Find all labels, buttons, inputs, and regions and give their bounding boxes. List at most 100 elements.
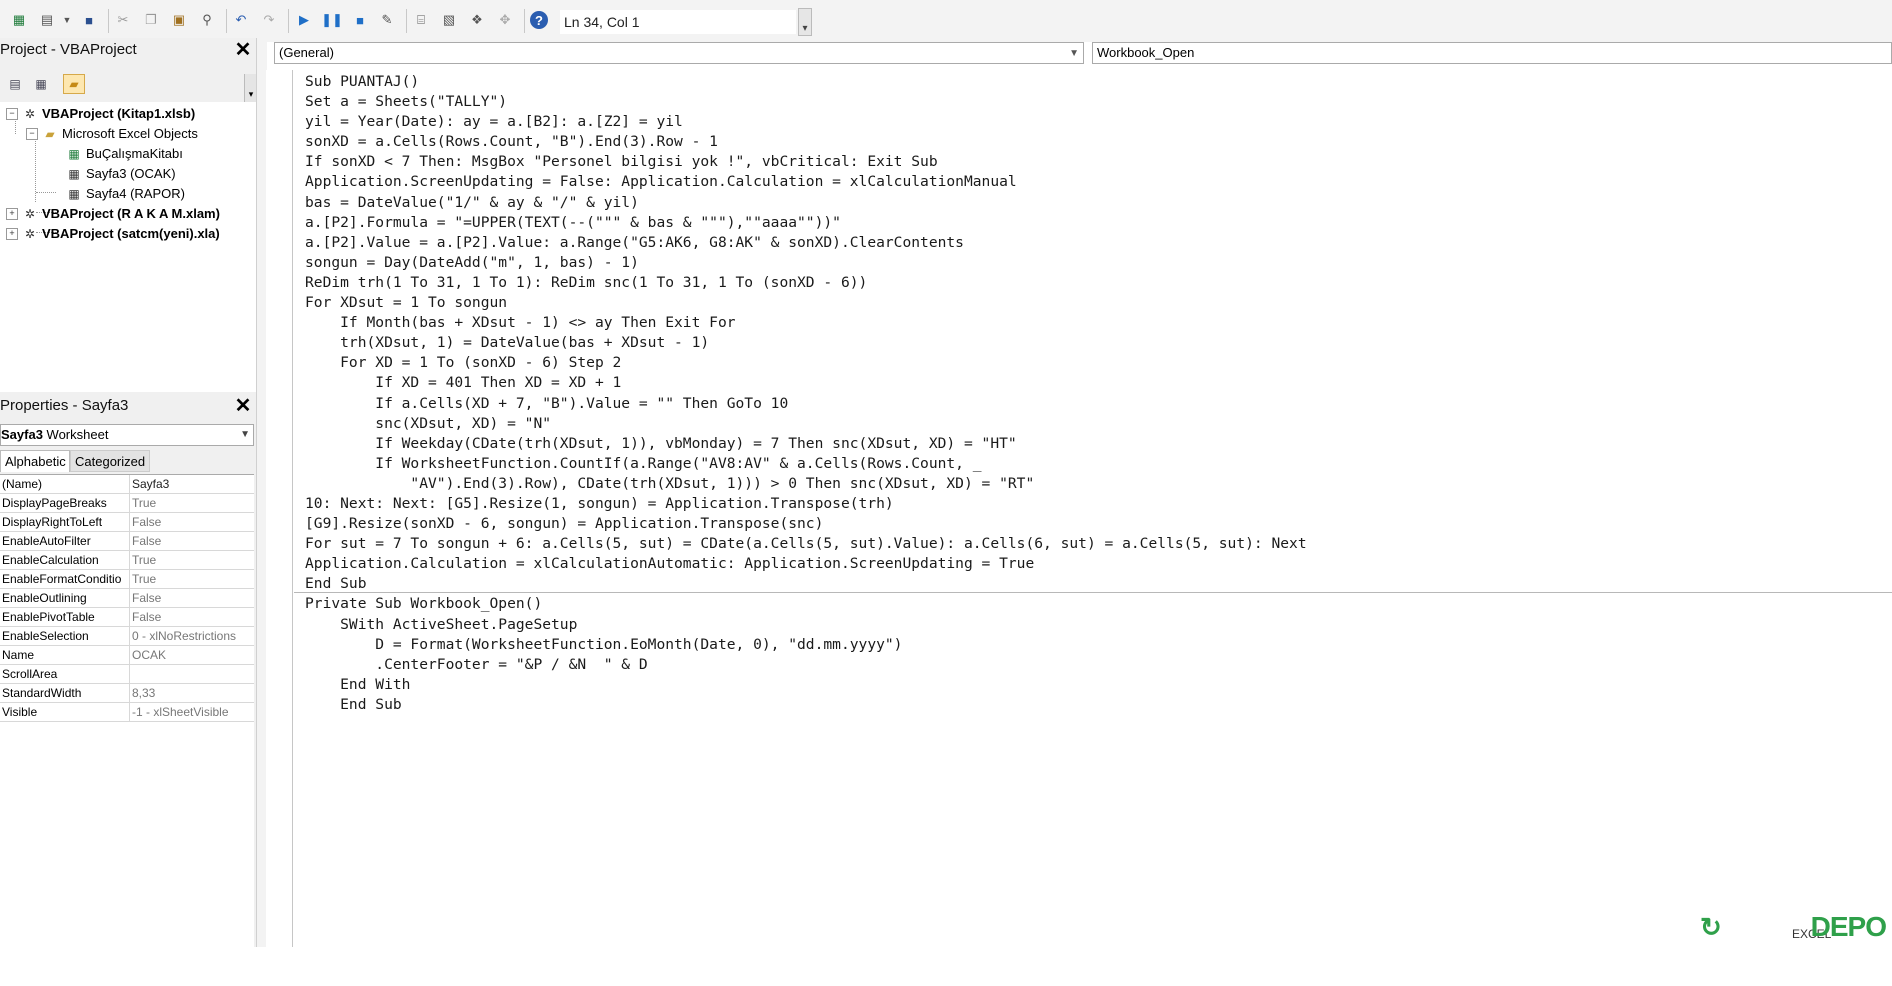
property-value[interactable]: True (132, 494, 250, 513)
code-line[interactable]: End Sub (305, 695, 1307, 715)
design-mode-icon[interactable]: ✎ (378, 11, 396, 29)
property-value[interactable]: False (132, 513, 250, 532)
property-value[interactable]: Sayfa3 (132, 475, 250, 494)
run-icon[interactable]: ▶ (295, 11, 313, 29)
code-line[interactable]: If WorksheetFunction.CountIf(a.Range("AV… (305, 454, 1307, 474)
property-row[interactable]: EnablePivotTable False (0, 608, 254, 627)
code-line[interactable]: 10: Next: Next: [G5].Resize(1, songun) =… (305, 494, 1307, 514)
code-line[interactable]: songun = Day(DateAdd("m", 1, bas) - 1) (305, 253, 1307, 273)
code-line[interactable]: If XD = 401 Then XD = XD + 1 (305, 373, 1307, 393)
property-row[interactable]: ScrollArea (0, 665, 254, 684)
code-line[interactable]: ReDim trh(1 To 31, 1 To 1): ReDim snc(1 … (305, 273, 1307, 293)
property-value[interactable]: True (132, 570, 250, 589)
property-row[interactable]: EnableOutlining False (0, 589, 254, 608)
expand-icon[interactable]: + (6, 228, 18, 240)
code-line[interactable]: snc(XDsut, XD) = "N" (305, 414, 1307, 434)
collapse-icon[interactable]: − (6, 108, 18, 120)
object-browser-icon[interactable]: ❖ (468, 11, 486, 29)
code-line[interactable]: If sonXD < 7 Then: MsgBox "Personel bilg… (305, 152, 1307, 172)
find-icon[interactable]: ⚲ (198, 11, 216, 29)
code-line[interactable]: SWith ActiveSheet.PageSetup (305, 615, 1307, 635)
toggle-folders-icon[interactable]: ▰ (63, 74, 85, 94)
property-row[interactable]: Name OCAK (0, 646, 254, 665)
property-value[interactable]: True (132, 551, 250, 570)
property-value[interactable]: 0 - xlNoRestrictions (132, 627, 250, 646)
break-icon[interactable]: ❚❚ (321, 11, 343, 29)
tree-item-vbaproject-satcm[interactable]: + ✲ VBAProject (satcm(yeni).xla) (6, 224, 220, 244)
chevron-down-icon[interactable]: ▼ (240, 425, 250, 445)
save-icon[interactable]: ■ (80, 11, 98, 29)
undo-icon[interactable]: ↶ (232, 11, 250, 29)
close-icon[interactable]: ✕ (232, 396, 254, 418)
code-line[interactable]: trh(XDsut, 1) = DateValue(bas + XDsut - … (305, 333, 1307, 353)
code-line[interactable]: For sut = 7 To songun + 6: a.Cells(5, su… (305, 534, 1307, 554)
code-margin-indicator[interactable] (266, 70, 293, 947)
code-line[interactable]: D = Format(WorksheetFunction.EoMonth(Dat… (305, 635, 1307, 655)
code-line[interactable]: For XDsut = 1 To songun (305, 293, 1307, 313)
copy-icon[interactable]: ❐ (142, 11, 160, 29)
code-line[interactable]: End With (305, 675, 1307, 695)
view-object-icon[interactable]: ▦ (30, 74, 52, 94)
code-line[interactable]: bas = DateValue("1/" & ay & "/" & yil) (305, 193, 1307, 213)
toolbox-icon[interactable]: ✥ (496, 11, 514, 29)
property-value[interactable]: 8,33 (132, 684, 250, 703)
cut-icon[interactable]: ✂ (114, 11, 132, 29)
property-value[interactable]: OCAK (132, 646, 250, 665)
paste-icon[interactable]: ▣ (170, 11, 188, 29)
expand-icon[interactable]: + (6, 208, 18, 220)
tab-categorized[interactable]: Categorized (70, 450, 150, 472)
code-line[interactable]: "AV").End(3).Row), CDate(trh(XDsut, 1)))… (305, 474, 1307, 494)
properties-object-select[interactable]: Sayfa3 Worksheet ▼ (0, 424, 254, 446)
toolbar-overflow-chevron[interactable]: ▾ (798, 8, 812, 36)
code-line[interactable]: Application.ScreenUpdating = False: Appl… (305, 172, 1307, 192)
procedure-select[interactable]: Workbook_Open (1092, 42, 1892, 64)
tree-item-sayfa4[interactable]: ▦ Sayfa4 (RAPOR) (66, 184, 185, 204)
dropdown-icon[interactable]: ▼ (58, 11, 76, 29)
code-line[interactable]: Application.Calculation = xlCalculationA… (305, 554, 1307, 574)
code-line[interactable]: .CenterFooter = "&P / &N " & D (305, 655, 1307, 675)
code-line[interactable]: If a.Cells(XD + 7, "B").Value = "" Then … (305, 394, 1307, 414)
reset-icon[interactable]: ■ (351, 11, 369, 29)
property-value[interactable]: False (132, 608, 250, 627)
property-row[interactable]: EnableCalculation True (0, 551, 254, 570)
tab-alphabetic[interactable]: Alphabetic (0, 450, 70, 472)
tree-item-vbaproject-rakam[interactable]: + ✲ VBAProject (R A K A M.xlam) (6, 204, 220, 224)
property-row[interactable]: EnableSelection 0 - xlNoRestrictions (0, 627, 254, 646)
code-line[interactable]: Sub PUANTAJ() (305, 72, 1307, 92)
collapse-icon[interactable]: − (26, 128, 38, 140)
code-text[interactable]: Sub PUANTAJ() Set a = Sheets("TALLY") yil … (305, 72, 1307, 715)
excel-icon[interactable]: ▦ (10, 11, 28, 29)
tree-item-excel-objects[interactable]: − ▰ Microsoft Excel Objects (26, 124, 198, 144)
property-row[interactable]: StandardWidth 8,33 (0, 684, 254, 703)
code-line[interactable]: Private Sub Workbook_Open() (305, 594, 1307, 614)
property-row[interactable]: Visible -1 - xlSheetVisible (0, 703, 254, 722)
code-line[interactable]: For XD = 1 To (sonXD - 6) Step 2 (305, 353, 1307, 373)
code-line[interactable]: sonXD = a.Cells(Rows.Count, "B").End(3).… (305, 132, 1307, 152)
tree-item-sayfa3[interactable]: ▦ Sayfa3 (OCAK) (66, 164, 175, 184)
property-row[interactable]: DisplayRightToLeft False (0, 513, 254, 532)
code-line[interactable]: [G9].Resize(sonXD - 6, songun) = Applica… (305, 514, 1307, 534)
project-explorer-icon[interactable]: ⌸ (412, 11, 430, 29)
code-line[interactable]: If Weekday(CDate(trh(XDsut, 1)), vbMonda… (305, 434, 1307, 454)
tree-item-vbaproject-kitap1[interactable]: − ✲ VBAProject (Kitap1.xlsb) (6, 104, 195, 124)
properties-icon[interactable]: ▧ (440, 11, 458, 29)
property-row[interactable]: DisplayPageBreaks True (0, 494, 254, 513)
object-select[interactable]: (General) ▼ (274, 42, 1084, 64)
code-line[interactable]: a.[P2].Value = a.[P2].Value: a.Range("G5… (305, 233, 1307, 253)
code-line[interactable]: yil = Year(Date): ay = a.[B2]: a.[Z2] = … (305, 112, 1307, 132)
property-row[interactable]: EnableFormatConditio True (0, 570, 254, 589)
property-value[interactable]: -1 - xlSheetVisible (132, 703, 250, 722)
property-value[interactable]: False (132, 532, 250, 551)
tree-item-thisworkbook[interactable]: ▦ BuÇalışmaKitabı (66, 144, 183, 164)
code-line[interactable]: If Month(bas + XDsut - 1) <> ay Then Exi… (305, 313, 1307, 333)
property-row[interactable]: EnableAutoFilter False (0, 532, 254, 551)
help-icon[interactable]: ? (530, 11, 548, 29)
code-line[interactable]: Set a = Sheets("TALLY") (305, 92, 1307, 112)
insert-userform-icon[interactable]: ▤ (38, 11, 56, 29)
close-icon[interactable]: ✕ (232, 40, 254, 62)
chevron-down-icon[interactable]: ▼ (1069, 44, 1079, 64)
code-line[interactable]: a.[P2].Formula = "=UPPER(TEXT(--(""" & b… (305, 213, 1307, 233)
view-code-icon[interactable]: ▤ (4, 74, 26, 94)
redo-icon[interactable]: ↷ (260, 11, 278, 29)
property-value[interactable]: False (132, 589, 250, 608)
